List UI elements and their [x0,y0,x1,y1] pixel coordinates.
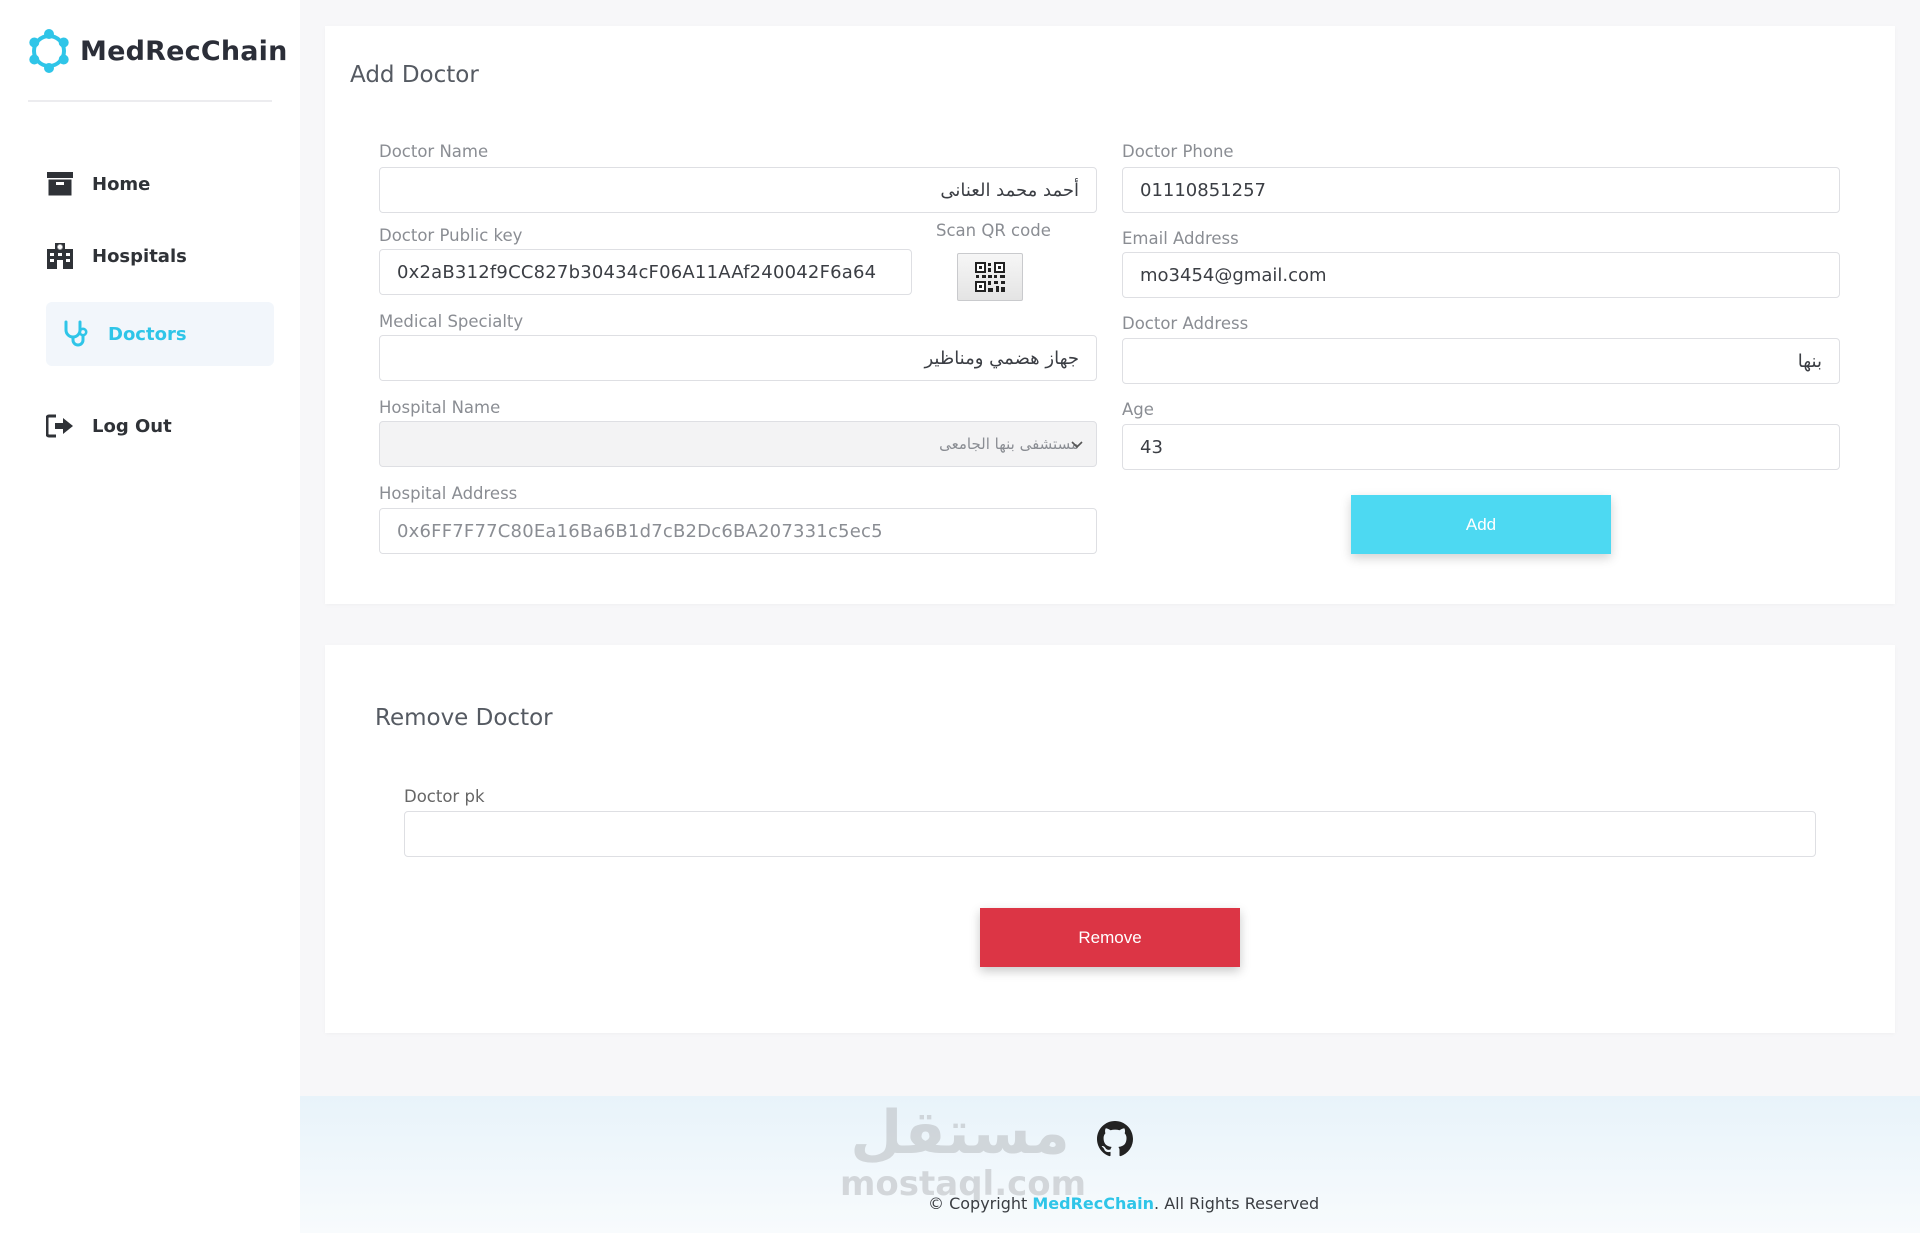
doctor-pk-input[interactable] [404,811,1816,857]
remove-doctor-title: Remove Doctor [375,705,553,731]
sidebar-item-label: Home [92,173,151,195]
brand-logo-icon [29,29,69,73]
copyright-prefix: © Copyright [928,1194,1028,1213]
scan-qr-label: Scan QR code [936,221,1051,240]
brand-name: MedRecChain [80,35,288,67]
doctor-name-value: أحمد محمد العنانى [940,179,1079,201]
sidebar-item-hospitals[interactable]: Hospitals [44,224,274,288]
doctor-name-label: Doctor Name [379,142,489,161]
sidebar-item-logout[interactable]: Log Out [44,394,274,458]
remove-button[interactable]: Remove [980,908,1240,967]
brand[interactable]: MedRecChain [26,28,288,74]
hospital-name-label: Hospital Name [379,398,501,417]
copyright-brand-link[interactable]: MedRecChain [1032,1194,1154,1213]
sidebar-item-label: Doctors [108,323,187,345]
github-icon[interactable] [1097,1121,1133,1157]
qr-code-icon [975,262,1005,292]
doctor-phone-input[interactable]: 01110851257 [1122,167,1840,213]
copyright-suffix: . All Rights Reserved [1154,1194,1320,1213]
stethoscope-icon [62,320,90,348]
archive-box-icon [46,170,74,198]
hospital-building-icon [46,242,74,270]
doctor-phone-label: Doctor Phone [1122,142,1234,161]
hospital-address-value: 0x6FF7F77C80Ea16Ba6B1d7cB2Dc6BA207331c5e… [397,520,883,542]
add-doctor-card: Add Doctor Doctor Name أحمد محمد العنانى… [325,26,1895,604]
chevron-down-icon [1071,441,1083,449]
email-address-label: Email Address [1122,229,1239,248]
email-address-value: mo3454@gmail.com [1140,264,1327,286]
doctor-public-key-label: Doctor Public key [379,226,523,245]
doctor-phone-value: 01110851257 [1140,179,1266,201]
hospital-name-select[interactable]: مستشفى بنها الجامعى [379,421,1097,467]
medical-specialty-value: جهاز هضمي ومناظير [924,347,1080,369]
age-value: 43 [1140,436,1163,458]
sign-out-icon [46,412,74,440]
doctor-public-key-input[interactable]: 0x2aB312f9CC827b30434cF06A11AAf240042F6a… [379,249,912,295]
age-label: Age [1122,400,1154,419]
doctor-address-input[interactable]: بنها [1122,338,1840,384]
hospital-address-input[interactable]: 0x6FF7F77C80Ea16Ba6B1d7cB2Dc6BA207331c5e… [379,508,1097,554]
sidebar: MedRecChain Home Hospitals Doctors Log O… [0,0,300,556]
sidebar-item-doctors[interactable]: Doctors [46,302,274,366]
sidebar-item-home[interactable]: Home [44,152,274,216]
add-button[interactable]: Add [1351,495,1611,554]
scan-qr-button[interactable] [957,253,1023,301]
age-input[interactable]: 43 [1122,424,1840,470]
copyright: © Copyright MedRecChain. All Rights Rese… [928,1194,1319,1213]
medical-specialty-label: Medical Specialty [379,312,524,331]
medical-specialty-input[interactable]: جهاز هضمي ومناظير [379,335,1097,381]
sidebar-item-label: Hospitals [92,245,187,267]
hospital-name-value: مستشفى بنها الجامعى [939,435,1079,453]
add-doctor-title: Add Doctor [350,62,479,88]
sidebar-item-label: Log Out [92,415,172,437]
doctor-address-value: بنها [1797,350,1822,372]
remove-doctor-card: Remove Doctor Doctor pk Remove [325,645,1895,1033]
doctor-name-input[interactable]: أحمد محمد العنانى [379,167,1097,213]
doctor-public-key-value: 0x2aB312f9CC827b30434cF06A11AAf240042F6a… [397,261,877,283]
sidebar-divider [28,100,272,102]
email-address-input[interactable]: mo3454@gmail.com [1122,252,1840,298]
sidebar-background [0,556,300,1233]
hospital-address-label: Hospital Address [379,484,518,503]
doctor-pk-label: Doctor pk [404,787,485,806]
doctor-address-label: Doctor Address [1122,314,1249,333]
